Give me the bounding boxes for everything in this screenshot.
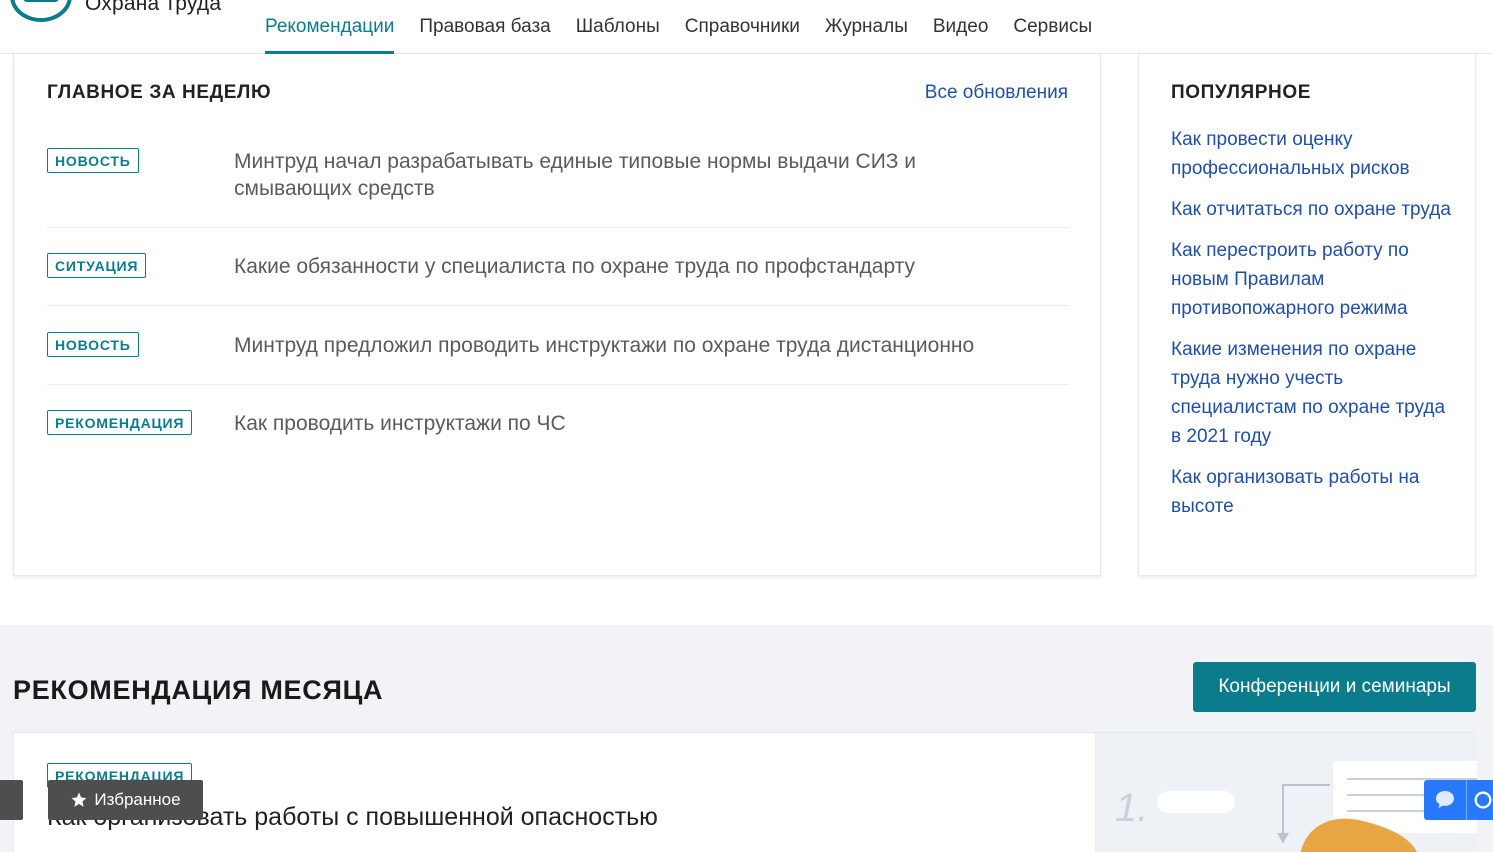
recommendation-illustration: 1.	[1095, 733, 1477, 852]
popular-link[interactable]: Как отчитаться по охране труда	[1171, 195, 1451, 224]
nav-item-services[interactable]: Сервисы	[1013, 16, 1092, 54]
left-edge-tab[interactable]	[0, 780, 23, 820]
news-badge: СИТУАЦИЯ	[47, 253, 147, 278]
popular-link[interactable]: Как провести оценку профессиональных рис…	[1171, 125, 1451, 183]
star-icon	[71, 792, 87, 807]
popular-title: ПОПУЛЯРНОЕ	[1171, 82, 1312, 103]
nav-item-journals[interactable]: Журналы	[825, 16, 908, 54]
popular-link[interactable]: Как организовать работы на высоте	[1171, 463, 1451, 521]
news-title[interactable]: Как проводить инструктажи по ЧС	[234, 410, 954, 437]
nav-item-legal-base[interactable]: Правовая база	[419, 16, 550, 54]
month-recommendation-section: РЕКОМЕНДАЦИЯ МЕСЯЦА Конференции и семина…	[0, 625, 1493, 852]
logo-icon[interactable]	[10, 0, 72, 22]
news-title[interactable]: Какие обязанности у специалиста по охран…	[234, 253, 1054, 280]
chat-bubble-icon	[1436, 791, 1454, 808]
month-title: РЕКОМЕНДАЦИЯ МЕСЯЦА	[13, 675, 384, 705]
illustration-step-number: 1.	[1115, 786, 1148, 830]
week-highlights-card: ГЛАВНОЕ ЗА НЕДЕЛЮ Все обновления НОВОСТЬ…	[13, 54, 1101, 576]
illustration-graphic: 1.	[1115, 761, 1477, 852]
popular-link[interactable]: Какие изменения по охране труда нужно уч…	[1171, 335, 1451, 451]
favorites-button[interactable]: Избранное	[48, 780, 203, 820]
site-header: Охрана труда Рекомендации Правовая база …	[0, 0, 1493, 54]
chat-secondary-icon	[1474, 791, 1492, 809]
news-badge: РЕКОМЕНДАЦИЯ	[47, 410, 193, 435]
news-item[interactable]: НОВОСТЬ Минтруд предложил проводить инст…	[47, 306, 1069, 385]
news-badge: НОВОСТЬ	[47, 332, 139, 357]
chat-widget[interactable]	[1424, 780, 1493, 820]
news-item[interactable]: РЕКОМЕНДАЦИЯ Как проводить инструктажи п…	[47, 385, 1069, 465]
news-badge: НОВОСТЬ	[47, 148, 139, 173]
news-title[interactable]: Минтруд начал разрабатывать единые типов…	[234, 148, 954, 202]
news-item[interactable]: СИТУАЦИЯ Какие обязанности у специалиста…	[47, 228, 1069, 306]
nav-item-recommendations[interactable]: Рекомендации	[265, 16, 395, 54]
site-name[interactable]: Охрана труда	[85, 0, 221, 16]
week-title: ГЛАВНОЕ ЗА НЕДЕЛЮ	[47, 82, 272, 103]
nav-item-templates[interactable]: Шаблоны	[576, 16, 660, 54]
news-item[interactable]: НОВОСТЬ Минтруд начал разрабатывать един…	[47, 124, 1069, 228]
popular-card: ПОПУЛЯРНОЕ Как провести оценку профессио…	[1138, 54, 1476, 576]
nav-item-video[interactable]: Видео	[933, 16, 989, 54]
all-updates-link[interactable]: Все обновления	[925, 82, 1068, 104]
news-list: НОВОСТЬ Минтруд начал разрабатывать един…	[47, 124, 1069, 465]
popular-list: Как провести оценку профессиональных рис…	[1171, 125, 1451, 533]
conferences-button[interactable]: Конференции и семинары	[1193, 662, 1476, 712]
popular-link[interactable]: Как перестроить работу по новым Правилам…	[1171, 236, 1451, 323]
favorites-label: Избранное	[94, 790, 181, 809]
month-recommendation-card[interactable]: РЕКОМЕНДАЦИЯ Как организовать работы с п…	[13, 732, 1477, 852]
news-title[interactable]: Минтруд предложил проводить инструктажи …	[234, 332, 1054, 359]
nav-item-reference-books[interactable]: Справочники	[685, 16, 800, 54]
main-nav: Рекомендации Правовая база Шаблоны Справ…	[265, 16, 1117, 54]
